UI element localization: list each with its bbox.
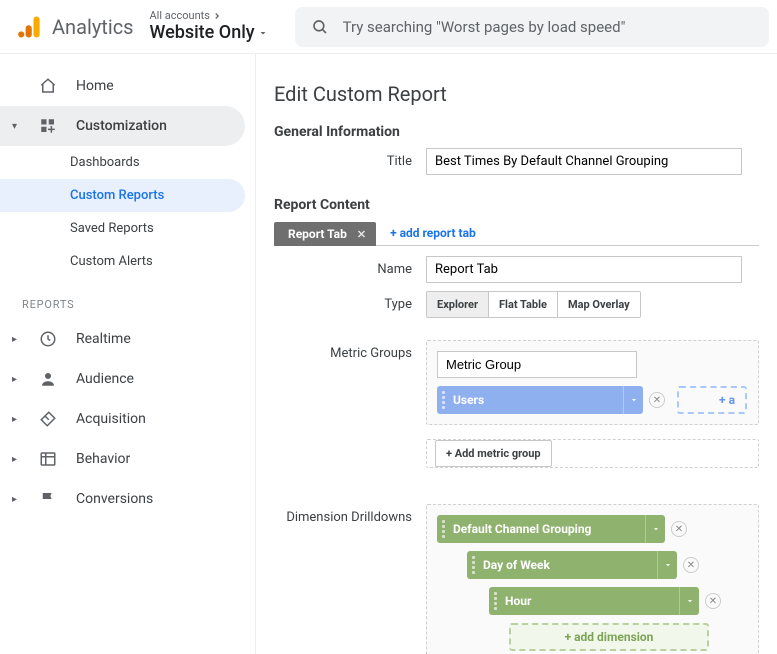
reports-section-header: REPORTS bbox=[0, 278, 255, 319]
title-input[interactable] bbox=[426, 148, 742, 175]
dimension-drilldowns-box: Default Channel Grouping ✕ Day of Week ✕ bbox=[426, 504, 759, 654]
caret-right-icon: ▸ bbox=[12, 454, 20, 465]
dimension-pill-hour[interactable]: Hour bbox=[489, 587, 699, 615]
type-explorer[interactable]: Explorer bbox=[427, 292, 489, 317]
drag-handle-icon[interactable] bbox=[489, 592, 501, 610]
add-report-tab-link[interactable]: + add report tab bbox=[390, 226, 476, 240]
customization-icon bbox=[38, 116, 58, 136]
caret-right-icon: ▸ bbox=[12, 494, 20, 505]
page-title: Edit Custom Report bbox=[274, 82, 759, 106]
caret-down-icon: ▾ bbox=[12, 121, 20, 132]
caret-right-icon: ▸ bbox=[12, 334, 20, 345]
caret-right-icon: ▸ bbox=[12, 374, 20, 385]
product-name: Analytics bbox=[52, 15, 134, 39]
dimension-pill-channel-grouping[interactable]: Default Channel Grouping bbox=[437, 515, 665, 543]
close-tab-icon[interactable]: ✕ bbox=[357, 228, 366, 241]
nav-audience[interactable]: ▸ Audience bbox=[0, 359, 245, 399]
nav-realtime[interactable]: ▸ Realtime bbox=[0, 319, 245, 359]
view-name: Website Only bbox=[150, 22, 255, 44]
clock-icon bbox=[38, 329, 58, 349]
caret-right-icon: ▸ bbox=[12, 414, 20, 425]
behavior-icon bbox=[38, 449, 58, 469]
account-picker[interactable]: All accounts Website Only bbox=[150, 9, 269, 44]
caret-down-icon bbox=[257, 27, 269, 39]
type-segmented: Explorer Flat Table Map Overlay bbox=[426, 291, 641, 318]
home-icon bbox=[38, 76, 58, 96]
name-input[interactable] bbox=[426, 256, 742, 283]
dimension-drilldowns-label: Dimension Drilldowns bbox=[274, 504, 426, 525]
nav-customization[interactable]: ▾ Customization bbox=[0, 106, 245, 146]
add-metric-button[interactable]: + a bbox=[677, 386, 747, 414]
name-label: Name bbox=[274, 262, 426, 277]
search-placeholder: Try searching "Worst pages by load speed… bbox=[343, 18, 626, 36]
type-label: Type bbox=[274, 297, 426, 312]
report-tabs: Report Tab ✕ + add report tab bbox=[274, 221, 759, 246]
report-content-heading: Report Content bbox=[274, 197, 759, 213]
nav-behavior[interactable]: ▸ Behavior bbox=[0, 439, 245, 479]
person-icon bbox=[38, 369, 58, 389]
metric-group-box: Users ✕ + a bbox=[426, 340, 759, 425]
drag-handle-icon[interactable] bbox=[467, 556, 479, 574]
remove-dimension-icon[interactable]: ✕ bbox=[705, 593, 721, 609]
add-metric-group-button[interactable]: + Add metric group bbox=[435, 440, 552, 467]
remove-dimension-icon[interactable]: ✕ bbox=[671, 521, 687, 537]
main-content: Edit Custom Report General Information T… bbox=[256, 54, 777, 654]
acquisition-icon bbox=[38, 409, 58, 429]
left-nav: ▸ Home ▾ Customization Dashboards Custom… bbox=[0, 54, 256, 654]
flag-icon bbox=[38, 489, 58, 509]
report-tab-active[interactable]: Report Tab ✕ bbox=[274, 222, 376, 246]
drag-handle-icon[interactable] bbox=[437, 391, 449, 409]
all-accounts-text: All accounts bbox=[150, 9, 210, 22]
nav-custom-reports[interactable]: Custom Reports bbox=[0, 179, 245, 212]
type-map-overlay[interactable]: Map Overlay bbox=[558, 292, 640, 317]
nav-acquisition[interactable]: ▸ Acquisition bbox=[0, 399, 245, 439]
chevron-down-icon[interactable] bbox=[623, 386, 643, 414]
drag-handle-icon[interactable] bbox=[437, 520, 449, 538]
nav-home[interactable]: ▸ Home bbox=[0, 66, 245, 106]
remove-metric-icon[interactable]: ✕ bbox=[649, 392, 665, 408]
chevron-down-icon[interactable] bbox=[645, 515, 665, 543]
remove-dimension-icon[interactable]: ✕ bbox=[683, 557, 699, 573]
metric-pill-users[interactable]: Users bbox=[437, 386, 643, 414]
search-box[interactable]: Try searching "Worst pages by load speed… bbox=[295, 7, 769, 47]
chevron-right-icon bbox=[212, 11, 222, 21]
metric-group-name-input[interactable] bbox=[437, 351, 637, 378]
nav-saved-reports[interactable]: Saved Reports bbox=[0, 212, 245, 245]
dimension-pill-day-of-week[interactable]: Day of Week bbox=[467, 551, 677, 579]
chevron-down-icon[interactable] bbox=[657, 551, 677, 579]
app-header: Analytics All accounts Website Only Try … bbox=[0, 0, 777, 54]
nav-custom-alerts[interactable]: Custom Alerts bbox=[0, 245, 245, 278]
search-icon bbox=[311, 18, 329, 36]
metric-groups-label: Metric Groups bbox=[274, 340, 426, 361]
nav-dashboards[interactable]: Dashboards bbox=[0, 146, 245, 179]
add-dimension-button[interactable]: + add dimension bbox=[509, 623, 709, 651]
general-info-heading: General Information bbox=[274, 124, 759, 140]
nav-conversions[interactable]: ▸ Conversions bbox=[0, 479, 245, 519]
analytics-logo-icon bbox=[16, 13, 44, 41]
title-label: Title bbox=[274, 154, 426, 169]
product-logo-box: Analytics bbox=[16, 13, 134, 41]
type-flat-table[interactable]: Flat Table bbox=[489, 292, 558, 317]
chevron-down-icon[interactable] bbox=[679, 587, 699, 615]
